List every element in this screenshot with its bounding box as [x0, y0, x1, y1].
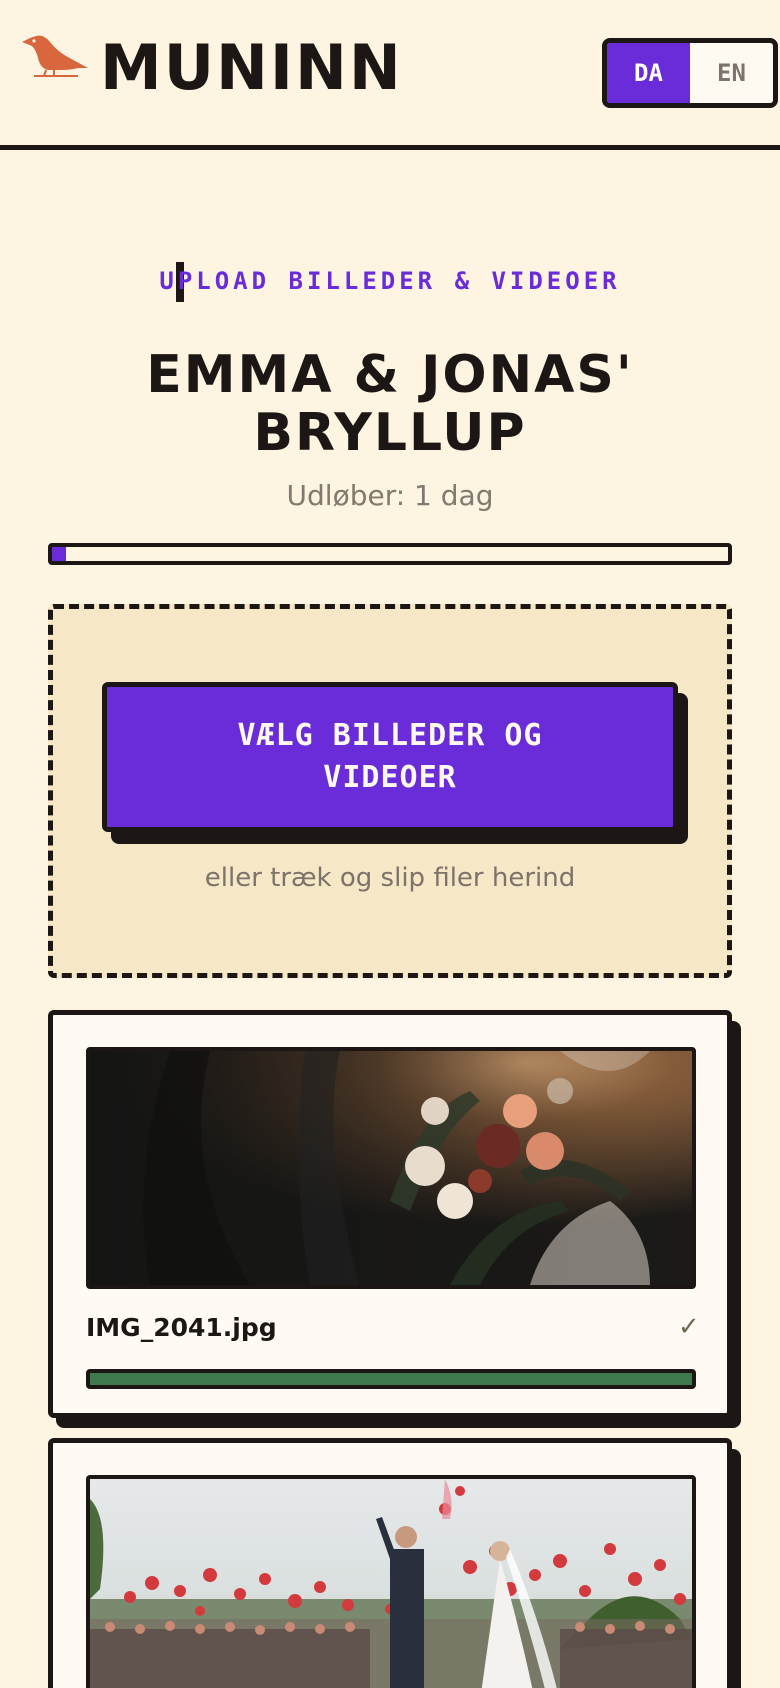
balloons-photo-image: [90, 1479, 692, 1688]
file-card: [48, 1438, 732, 1688]
bouquet-photo-image: [90, 1051, 692, 1285]
language-option-da[interactable]: DA: [607, 43, 690, 103]
file-progress-fill: [90, 1373, 692, 1385]
raven-logo-icon: [22, 35, 88, 77]
drop-hint-text: eller træk og slip filer herind: [204, 863, 576, 893]
file-progress-bar: [86, 1369, 696, 1389]
section-eyebrow: UPLOAD BILLEDER & VIDEOER: [159, 267, 621, 295]
app-header: MUNINN DA EN: [0, 0, 780, 150]
brand-name: MUNINN: [100, 31, 403, 104]
file-name: IMG_2041.jpg: [86, 1313, 277, 1342]
expiry-progress-bar: [48, 543, 732, 565]
file-thumbnail: [86, 1475, 696, 1688]
expiry-progress-fill: [52, 547, 66, 561]
event-title: EMMA & JONAS' BRYLLUP: [146, 345, 634, 463]
language-toggle: DA EN: [602, 38, 778, 108]
language-option-en[interactable]: EN: [690, 43, 773, 103]
select-files-button[interactable]: VÆLG BILLEDER OG VIDEOER: [102, 682, 678, 832]
expiry-text: Udløber: 1 dag: [286, 479, 494, 512]
file-thumbnail: [86, 1047, 696, 1289]
checkmark-icon: ✓: [678, 1312, 700, 1342]
file-card: IMG_2041.jpg ✓: [48, 1010, 732, 1418]
